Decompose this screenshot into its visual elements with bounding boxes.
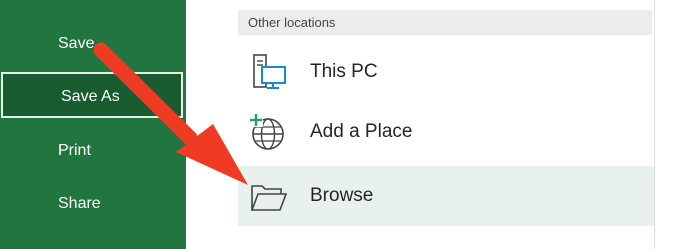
- sidebar-item-save-as[interactable]: Save As: [1, 72, 183, 118]
- sidebar-item-print[interactable]: Print: [0, 128, 184, 174]
- globe-add-icon: [246, 112, 290, 152]
- location-this-pc[interactable]: This PC: [238, 42, 654, 102]
- computer-icon: [246, 52, 290, 92]
- panel-divider: [654, 0, 655, 249]
- backstage-sidebar: Save Save As Print Share: [0, 0, 186, 249]
- location-label: This PC: [310, 61, 378, 82]
- sidebar-item-label: Save As: [61, 88, 120, 105]
- location-label: Add a Place: [310, 121, 413, 142]
- folder-open-icon: [246, 176, 290, 216]
- sidebar-item-save[interactable]: Save: [0, 21, 184, 67]
- location-label: Browse: [310, 185, 374, 206]
- sidebar-item-label: Print: [58, 142, 91, 159]
- sidebar-item-label: Share: [58, 195, 101, 212]
- sidebar-item-label: Save: [58, 35, 95, 52]
- section-header: Other locations: [238, 10, 652, 35]
- location-browse[interactable]: Browse: [238, 166, 654, 226]
- sidebar-item-share[interactable]: Share: [0, 181, 184, 227]
- location-add-a-place[interactable]: Add a Place: [238, 102, 654, 162]
